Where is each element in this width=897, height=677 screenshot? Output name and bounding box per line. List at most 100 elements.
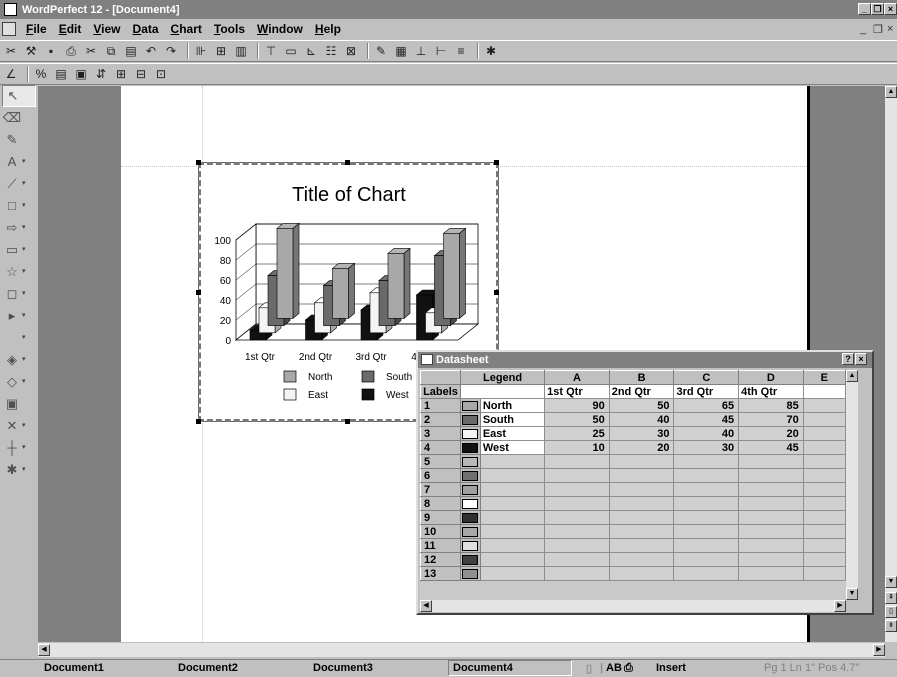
data-cell[interactable]: 40 [608,412,675,427]
series-color-swatch[interactable] [462,414,479,425]
resize-handle[interactable] [345,160,350,165]
scroll-left-icon[interactable]: ◀ [38,644,50,656]
chart-series-icon[interactable]: ▥ [233,43,249,59]
legend-cell[interactable] [479,468,546,483]
fill-color-icon[interactable]: ◈ ▾ [2,349,36,371]
swatch-cell[interactable] [459,496,481,511]
scroll-down-icon[interactable]: ▼ [846,588,858,600]
data-cell[interactable] [544,510,610,525]
data-cell[interactable] [802,398,846,413]
tools-icon[interactable]: ⚒ [23,43,39,59]
data-cell[interactable]: 30 [673,440,740,455]
menu-view[interactable]: View [87,20,126,38]
data-cell[interactable] [802,496,846,511]
copy-icon[interactable]: ⧉ [103,43,119,59]
callout-icon[interactable]: ▭ ▾ [2,239,36,261]
close-icon[interactable]: × [884,3,897,15]
data-cell[interactable] [544,496,610,511]
series-color-swatch[interactable] [462,498,479,509]
data-cell[interactable] [608,454,675,469]
insert-mode[interactable]: Insert [656,662,686,674]
column-header-e[interactable]: E [802,370,846,385]
column-label[interactable]: 1st Qtr [544,384,610,399]
menu-edit[interactable]: Edit [53,20,88,38]
datasheet-grid[interactable]: Legend A B C D E Labels 1st Qtr 2nd Qtr 3rd Qtr 4t… [420,370,846,600]
data-cell[interactable] [802,566,846,581]
row-header[interactable]: 2 [420,412,461,427]
chart-axis-icon[interactable]: ⊾ [303,43,319,59]
shadow-icon[interactable]: ▣ [2,393,36,415]
data-cell[interactable] [802,440,846,455]
doc-close-icon[interactable]: × [887,23,893,35]
datasheet-vertical-scrollbar[interactable]: ▲ ▼ [846,370,858,600]
data-cell[interactable] [673,468,740,483]
swatch-cell[interactable] [459,566,481,581]
row-header[interactable]: 13 [420,566,461,581]
paste-icon[interactable]: ▤ [123,43,139,59]
document-tab-4[interactable]: Document4 [448,660,572,676]
table-icon[interactable]: ▤ [53,66,69,82]
data-cell[interactable] [802,524,846,539]
data-cell[interactable] [608,510,675,525]
row-header[interactable]: 3 [420,426,461,441]
legend-cell[interactable] [479,524,546,539]
data-cell[interactable] [802,454,846,469]
next-page-icon[interactable]: ⇟ [885,620,897,632]
chart-legend-icon[interactable]: ☷ [323,43,339,59]
data-cell[interactable] [544,468,610,483]
column-label[interactable]: 2nd Qtr [608,384,675,399]
data-cell[interactable] [608,552,675,567]
data-cell[interactable] [608,468,675,483]
chart-icon[interactable]: ▣ [73,66,89,82]
pencil-icon[interactable]: ✎ [2,129,36,151]
datasheet-table[interactable]: Legend A B C D E Labels 1st Qtr 2nd Qtr 3rd Qtr 4t… [420,370,846,581]
document-tab-2[interactable]: Document2 [178,662,238,674]
data-cell[interactable] [673,510,740,525]
data-cell[interactable] [544,538,610,553]
document-tab-3[interactable]: Document3 [313,662,373,674]
pattern-icon[interactable]: ✱ ▾ [2,459,36,481]
data-cell[interactable] [673,454,740,469]
data-cell[interactable] [608,482,675,497]
column-label[interactable]: 3rd Qtr [673,384,740,399]
row-header[interactable]: 1 [420,398,461,413]
undo-icon[interactable]: ↶ [143,43,159,59]
swatch-cell[interactable] [459,510,481,525]
row-header[interactable]: 10 [420,524,461,539]
data-cell[interactable] [673,538,740,553]
line-style-icon[interactable]: ✕ ▾ [2,415,36,437]
save-icon[interactable]: ▪ [43,43,59,59]
document-tab-1[interactable]: Document1 [44,662,104,674]
chart-layout-icon[interactable]: ⊞ [213,43,229,59]
play-icon[interactable]: ▸ ▾ [2,305,36,327]
legend-cell[interactable]: North [479,398,546,413]
data-cell[interactable] [802,510,846,525]
legend-cell[interactable] [479,510,546,525]
series-color-swatch[interactable] [462,526,479,537]
cut-icon-2[interactable]: ✂ [83,43,99,59]
column-header-a[interactable]: A [544,370,610,385]
legend-cell[interactable] [479,566,546,581]
legend-cell[interactable]: South [479,412,546,427]
data-cell[interactable] [544,482,610,497]
draw-icon[interactable]: ✎ [373,43,389,59]
line-icon[interactable]: ⟋ ▾ [2,173,36,195]
swatch-cell[interactable] [459,524,481,539]
legend-cell[interactable] [479,552,546,567]
column-label[interactable]: 4th Qtr [738,384,804,399]
datasheet-icon[interactable]: ▦ [393,43,409,59]
arrow-shape-icon[interactable]: ⇨ ▾ [2,217,36,239]
scroll-up-icon[interactable]: ▲ [846,370,858,382]
data-cell[interactable]: 10 [544,440,610,455]
text-box-icon[interactable]: A ▾ [2,151,36,173]
help-button-icon[interactable]: ? [842,353,854,365]
swatch-cell[interactable] [459,398,481,413]
swatch-cell[interactable] [459,538,481,553]
data-cell[interactable] [738,566,804,581]
series-color-swatch[interactable] [462,428,479,439]
legend-cell[interactable]: West [479,440,546,455]
data-cell[interactable] [673,524,740,539]
x-axis-icon[interactable]: ⊥ [413,43,429,59]
horizontal-scrollbar[interactable]: ◀ ▶ [38,643,885,657]
scroll-left-icon[interactable]: ◀ [420,600,432,612]
